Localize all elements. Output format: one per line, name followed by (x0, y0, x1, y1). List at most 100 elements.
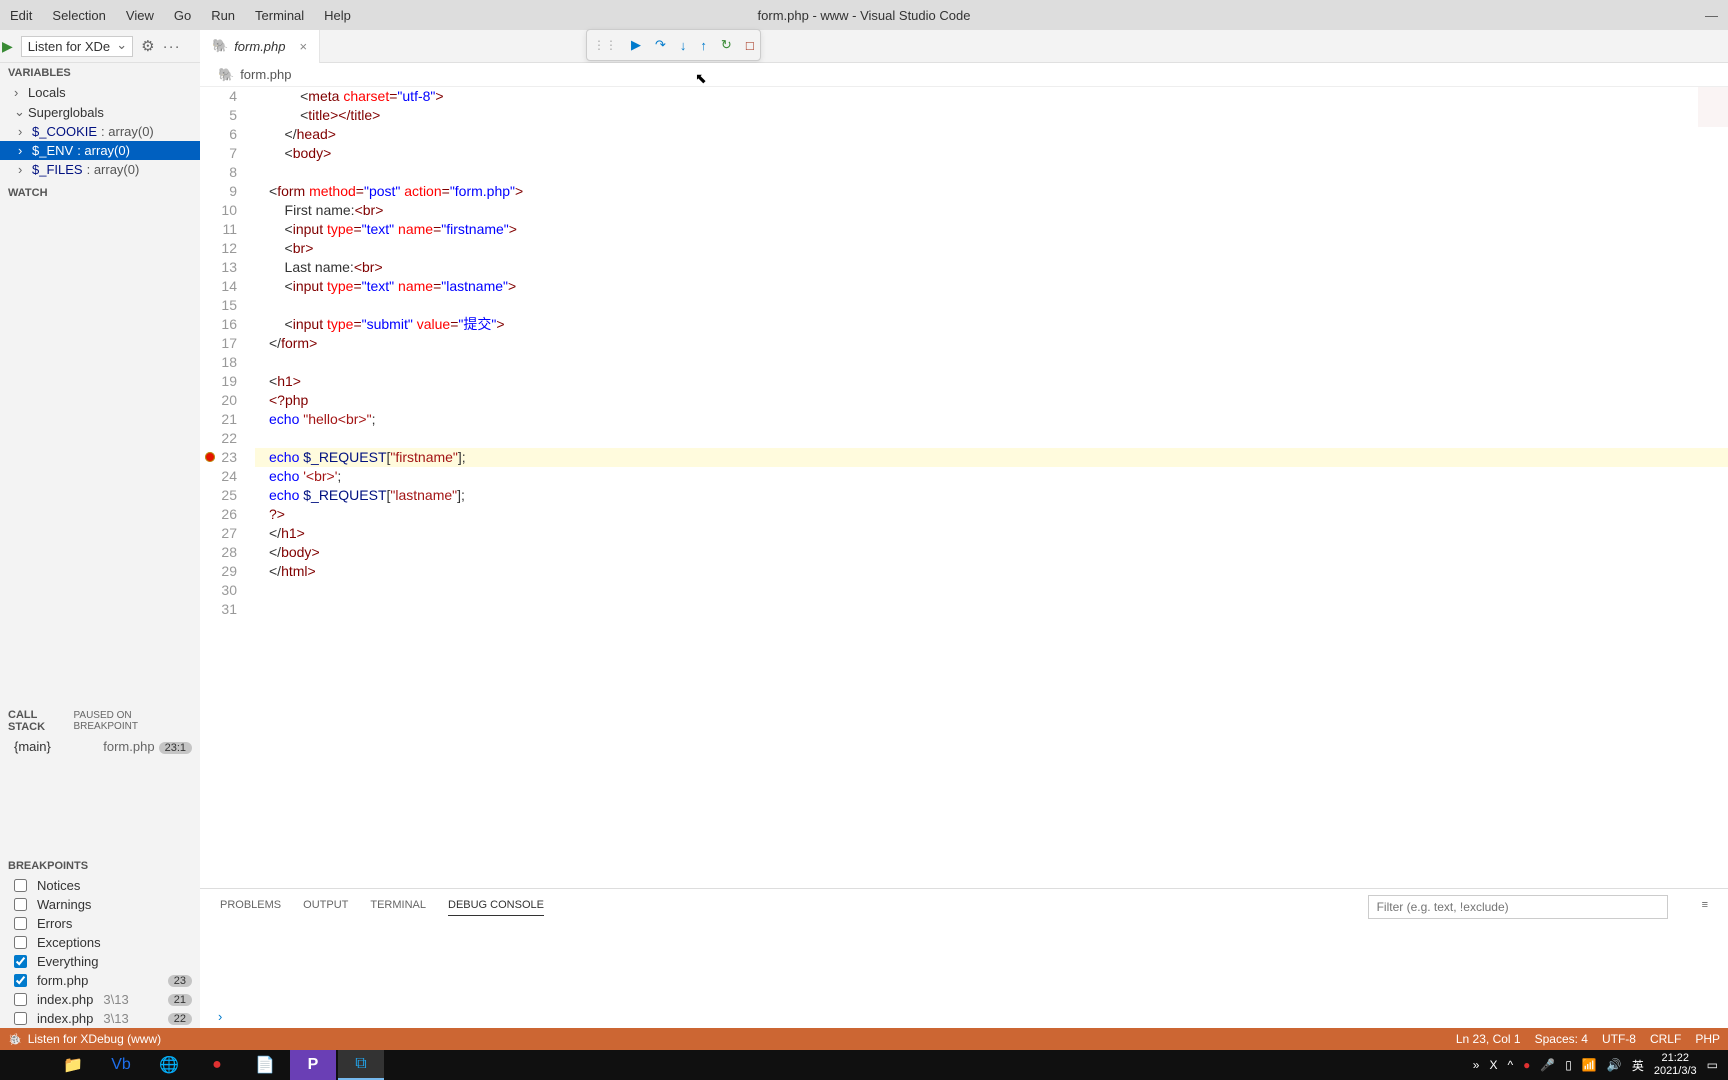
code-line[interactable]: <title></title> (255, 106, 1728, 125)
debug-config-dropdown[interactable]: Listen for XDe (21, 36, 133, 57)
code-line[interactable]: <br> (255, 239, 1728, 258)
variable-row[interactable]: ›$_FILES: array(0) (0, 160, 200, 179)
variables-header[interactable]: VARIABLES (0, 63, 200, 83)
code-line[interactable]: </head> (255, 125, 1728, 144)
callstack-header[interactable]: CALL STACK PAUSED ON BREAKPOINT (0, 705, 200, 737)
code-line[interactable] (255, 353, 1728, 372)
code-line[interactable]: echo $_REQUEST["lastname"]; (255, 486, 1728, 505)
code-line[interactable]: echo "hello<br>"; (255, 410, 1728, 429)
variable-row[interactable]: ›$_ENV: array(0) (0, 141, 200, 160)
code-line[interactable]: <meta charset="utf-8"> (255, 87, 1728, 106)
code-line[interactable]: <body> (255, 144, 1728, 163)
tray-ime[interactable]: 英 (1632, 1057, 1644, 1074)
tray-battery-icon[interactable]: ▯ (1565, 1058, 1572, 1072)
code-line[interactable]: Last name:<br> (255, 258, 1728, 277)
breakpoint-row[interactable]: index.php3\1321 (0, 990, 200, 1009)
drag-handle-icon[interactable]: ⋮⋮ (593, 38, 617, 52)
start-debug-icon[interactable]: ▶ (2, 38, 13, 55)
menu-view[interactable]: View (116, 2, 164, 29)
breakpoint-checkbox[interactable] (14, 993, 27, 1006)
code-line[interactable]: <?php (255, 391, 1728, 410)
code-line[interactable] (255, 600, 1728, 619)
taskbar-notepadpp[interactable]: 📄 (242, 1050, 288, 1080)
code-line[interactable] (255, 296, 1728, 315)
menu-go[interactable]: Go (164, 2, 201, 29)
code-line[interactable]: </h1> (255, 524, 1728, 543)
breakpoint-row[interactable]: index.php3\1322 (0, 1009, 200, 1028)
menu-edit[interactable]: Edit (0, 2, 42, 29)
bug-icon[interactable] (8, 1032, 22, 1046)
breakpoint-row[interactable]: Notices (0, 876, 200, 895)
status-item[interactable]: PHP (1695, 1032, 1720, 1046)
breakpoint-checkbox[interactable] (14, 898, 27, 911)
panel-tab-debug-console[interactable]: DEBUG CONSOLE (448, 899, 544, 916)
continue-icon[interactable]: ▶ (631, 37, 641, 53)
code-area[interactable]: <meta charset="utf-8"> <title></title> <… (255, 87, 1728, 888)
breadcrumb[interactable]: 🐘 form.php (200, 63, 1728, 87)
close-icon[interactable]: × (300, 39, 308, 54)
breakpoint-row[interactable]: Warnings (0, 895, 200, 914)
stop-icon[interactable]: □ (746, 38, 754, 53)
code-line[interactable] (255, 163, 1728, 182)
debug-toolbar[interactable]: ⋮⋮ ▶ ↷ ↓ ↑ ↻ □ (586, 29, 761, 61)
menu-help[interactable]: Help (314, 2, 361, 29)
tray-overflow-icon[interactable]: » (1473, 1058, 1480, 1072)
code-line[interactable]: </html> (255, 562, 1728, 581)
status-item[interactable]: CRLF (1650, 1032, 1681, 1046)
code-line[interactable]: </form> (255, 334, 1728, 353)
variables-locals[interactable]: ›Locals (0, 83, 200, 102)
breakpoint-checkbox[interactable] (14, 879, 27, 892)
minimap[interactable] (1698, 87, 1728, 187)
taskbar-explorer[interactable]: 📁 (50, 1050, 96, 1080)
taskbar-chrome[interactable]: 🌐 (146, 1050, 192, 1080)
menu-selection[interactable]: Selection (42, 2, 115, 29)
code-line[interactable]: echo $_REQUEST["firstname"]; (255, 448, 1728, 467)
breakpoint-row[interactable]: form.php23 (0, 971, 200, 990)
breakpoint-checkbox[interactable] (14, 974, 27, 987)
code-line[interactable]: <h1> (255, 372, 1728, 391)
gear-icon[interactable]: ⚙ (141, 37, 154, 55)
tray-record-icon[interactable]: ● (1523, 1058, 1530, 1072)
variable-row[interactable]: ›$_COOKIE: array(0) (0, 122, 200, 141)
taskbar-vbox[interactable]: Vb (98, 1050, 144, 1080)
status-debug-label[interactable]: Listen for XDebug (www) (28, 1032, 161, 1046)
variables-superglobals[interactable]: ⌄Superglobals (0, 102, 200, 122)
breakpoints-header[interactable]: BREAKPOINTS (0, 856, 200, 876)
step-out-icon[interactable]: ↑ (700, 38, 707, 53)
taskbar-vscode[interactable]: ⧉ (338, 1050, 384, 1080)
panel-menu-icon[interactable]: ≡ (1702, 899, 1708, 915)
more-icon[interactable]: ··· (163, 38, 181, 55)
step-into-icon[interactable]: ↓ (680, 38, 687, 53)
tray-chevron-icon[interactable]: ^ (1507, 1058, 1513, 1072)
watch-header[interactable]: WATCH (0, 183, 200, 203)
taskbar-phpstorm[interactable]: P (290, 1050, 336, 1080)
panel-tab-terminal[interactable]: TERMINAL (370, 899, 426, 915)
tray-wifi-icon[interactable]: 📶 (1582, 1058, 1597, 1072)
code-line[interactable]: <input type="text" name="firstname"> (255, 220, 1728, 239)
code-line[interactable]: echo '<br>'; (255, 467, 1728, 486)
code-line[interactable] (255, 581, 1728, 600)
taskbar-start[interactable] (2, 1050, 48, 1080)
tray-close-icon[interactable]: X (1489, 1058, 1497, 1072)
gutter[interactable]: 4567891011121314151617181920212223242526… (200, 87, 255, 888)
debug-console-prompt-icon[interactable]: › (218, 1009, 222, 1024)
status-item[interactable]: Spaces: 4 (1535, 1032, 1588, 1046)
minimize-icon[interactable]: — (1705, 8, 1718, 23)
code-line[interactable]: ?> (255, 505, 1728, 524)
code-line[interactable]: <form method="post" action="form.php"> (255, 182, 1728, 201)
breakpoint-checkbox[interactable] (14, 1012, 27, 1025)
status-item[interactable]: Ln 23, Col 1 (1456, 1032, 1521, 1046)
breakpoint-checkbox[interactable] (14, 955, 27, 968)
breakpoint-checkbox[interactable] (14, 936, 27, 949)
taskbar-record[interactable]: ● (194, 1050, 240, 1080)
tray-volume-icon[interactable]: 🔊 (1607, 1058, 1622, 1072)
menu-terminal[interactable]: Terminal (245, 2, 314, 29)
tray-clock[interactable]: 21:22 2021/3/3 (1654, 1052, 1697, 1078)
panel-filter-input[interactable] (1368, 895, 1668, 919)
breakpoint-row[interactable]: Everything (0, 952, 200, 971)
status-item[interactable]: UTF-8 (1602, 1032, 1636, 1046)
breakpoint-checkbox[interactable] (14, 917, 27, 930)
panel-tab-output[interactable]: OUTPUT (303, 899, 348, 915)
restart-icon[interactable]: ↻ (721, 37, 732, 53)
tab-form-php[interactable]: 🐘 form.php × (200, 30, 320, 63)
